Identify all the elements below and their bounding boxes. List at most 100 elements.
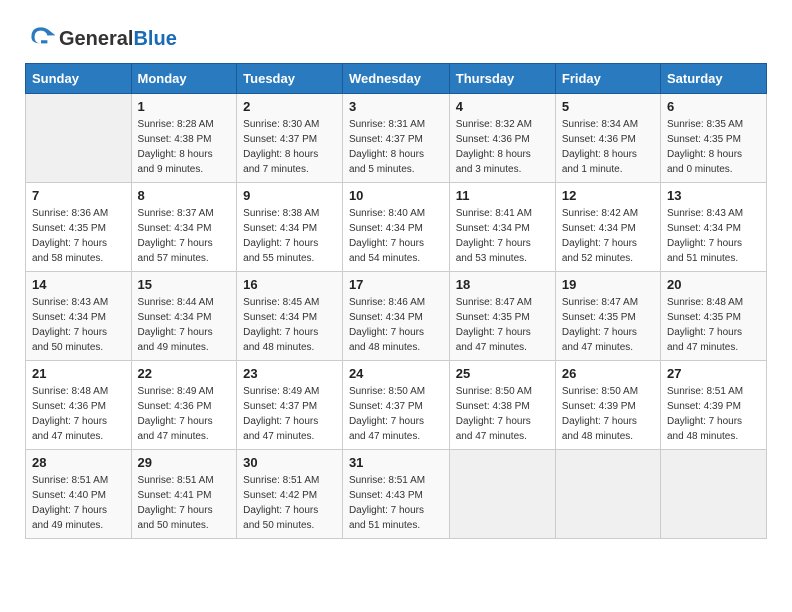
calendar-cell: 14 Sunrise: 8:43 AMSunset: 4:34 PMDayligh… — [26, 272, 132, 361]
calendar-cell — [555, 450, 660, 539]
calendar-cell: 19 Sunrise: 8:47 AMSunset: 4:35 PMDayligh… — [555, 272, 660, 361]
calendar-cell: 26 Sunrise: 8:50 AMSunset: 4:39 PMDayligh… — [555, 361, 660, 450]
calendar-week-row: 7Sunrise: 8:36 AMSunset: 4:35 PMDaylight… — [26, 183, 767, 272]
calendar-cell: 17 Sunrise: 8:46 AMSunset: 4:34 PMDayligh… — [342, 272, 449, 361]
day-number: 29 — [138, 455, 231, 470]
day-info: Sunrise: 8:51 AMSunset: 4:40 PMDaylight:… — [32, 473, 125, 533]
calendar-table: SundayMondayTuesdayWednesdayThursdayFrid… — [25, 63, 767, 539]
day-number: 17 — [349, 277, 443, 292]
day-number: 11 — [456, 188, 549, 203]
calendar-cell — [449, 450, 555, 539]
day-info: Sunrise: 8:48 AMSunset: 4:36 PMDaylight:… — [32, 384, 125, 444]
day-number: 25 — [456, 366, 549, 381]
day-number: 1 — [138, 99, 231, 114]
calendar-cell: 27Sunrise: 8:51 AMSunset: 4:39 PMDayligh… — [660, 361, 766, 450]
day-number: 8 — [138, 188, 231, 203]
day-number: 13 — [667, 188, 760, 203]
calendar-cell: 23Sunrise: 8:49 AMSunset: 4:37 PMDayligh… — [237, 361, 343, 450]
day-number: 31 — [349, 455, 443, 470]
calendar-cell: 20 Sunrise: 8:48 AMSunset: 4:35 PMDayligh… — [660, 272, 766, 361]
calendar-cell: 29 Sunrise: 8:51 AMSunset: 4:41 PMDayligh… — [131, 450, 237, 539]
calendar-cell — [26, 94, 132, 183]
calendar-cell: 28 Sunrise: 8:51 AMSunset: 4:40 PMDayligh… — [26, 450, 132, 539]
calendar-week-row: 14 Sunrise: 8:43 AMSunset: 4:34 PMDayligh… — [26, 272, 767, 361]
day-number: 4 — [456, 99, 549, 114]
calendar-cell: 11 Sunrise: 8:41 AMSunset: 4:34 PMDayligh… — [449, 183, 555, 272]
calendar-cell: 22 Sunrise: 8:49 AMSunset: 4:36 PMDayligh… — [131, 361, 237, 450]
calendar-cell: 7Sunrise: 8:36 AMSunset: 4:35 PMDaylight… — [26, 183, 132, 272]
day-number: 19 — [562, 277, 654, 292]
day-info: Sunrise: 8:38 AMSunset: 4:34 PMDaylight:… — [243, 206, 336, 266]
day-info: Sunrise: 8:41 AMSunset: 4:34 PMDaylight:… — [456, 206, 549, 266]
day-info: Sunrise: 8:46 AMSunset: 4:34 PMDaylight:… — [349, 295, 443, 355]
day-number: 22 — [138, 366, 231, 381]
day-number: 26 — [562, 366, 654, 381]
day-info: Sunrise: 8:49 AMSunset: 4:36 PMDaylight:… — [138, 384, 231, 444]
weekday-header: Friday — [555, 64, 660, 94]
calendar-cell: 12 Sunrise: 8:42 AMSunset: 4:34 PMDayligh… — [555, 183, 660, 272]
day-number: 20 — [667, 277, 760, 292]
day-info: Sunrise: 8:49 AMSunset: 4:37 PMDaylight:… — [243, 384, 336, 444]
calendar-cell: 21 Sunrise: 8:48 AMSunset: 4:36 PMDayligh… — [26, 361, 132, 450]
day-number: 6 — [667, 99, 760, 114]
calendar-cell: 13 Sunrise: 8:43 AMSunset: 4:34 PMDayligh… — [660, 183, 766, 272]
day-number: 10 — [349, 188, 443, 203]
day-info: Sunrise: 8:50 AMSunset: 4:37 PMDaylight:… — [349, 384, 443, 444]
calendar-cell: 25 Sunrise: 8:50 AMSunset: 4:38 PMDayligh… — [449, 361, 555, 450]
day-info: Sunrise: 8:50 AMSunset: 4:38 PMDaylight:… — [456, 384, 549, 444]
day-info: Sunrise: 8:42 AMSunset: 4:34 PMDaylight:… — [562, 206, 654, 266]
day-number: 2 — [243, 99, 336, 114]
day-number: 3 — [349, 99, 443, 114]
day-info: Sunrise: 8:51 AMSunset: 4:41 PMDaylight:… — [138, 473, 231, 533]
calendar-cell: 6 Sunrise: 8:35 AMSunset: 4:35 PMDaylight… — [660, 94, 766, 183]
calendar-cell: 31 Sunrise: 8:51 AMSunset: 4:43 PMDayligh… — [342, 450, 449, 539]
day-number: 18 — [456, 277, 549, 292]
calendar-week-row: 21 Sunrise: 8:48 AMSunset: 4:36 PMDayligh… — [26, 361, 767, 450]
calendar-cell: 2 Sunrise: 8:30 AMSunset: 4:37 PMDaylight… — [237, 94, 343, 183]
day-info: Sunrise: 8:36 AMSunset: 4:35 PMDaylight:… — [32, 206, 125, 266]
logo-text: GeneralBlue — [59, 28, 177, 50]
day-info: Sunrise: 8:30 AMSunset: 4:37 PMDaylight:… — [243, 117, 336, 177]
calendar-cell: 18Sunrise: 8:47 AMSunset: 4:35 PMDayligh… — [449, 272, 555, 361]
calendar-header: SundayMondayTuesdayWednesdayThursdayFrid… — [26, 64, 767, 94]
day-info: Sunrise: 8:47 AMSunset: 4:35 PMDaylight:… — [562, 295, 654, 355]
day-number: 15 — [138, 277, 231, 292]
calendar-cell: 4Sunrise: 8:32 AMSunset: 4:36 PMDaylight… — [449, 94, 555, 183]
weekday-header: Saturday — [660, 64, 766, 94]
day-info: Sunrise: 8:34 AMSunset: 4:36 PMDaylight:… — [562, 117, 654, 177]
calendar-cell: 3Sunrise: 8:31 AMSunset: 4:37 PMDaylight… — [342, 94, 449, 183]
day-number: 16 — [243, 277, 336, 292]
day-number: 12 — [562, 188, 654, 203]
calendar-week-row: 1 Sunrise: 8:28 AMSunset: 4:38 PMDaylight… — [26, 94, 767, 183]
day-info: Sunrise: 8:37 AMSunset: 4:34 PMDaylight:… — [138, 206, 231, 266]
calendar-week-row: 28 Sunrise: 8:51 AMSunset: 4:40 PMDayligh… — [26, 450, 767, 539]
day-info: Sunrise: 8:43 AMSunset: 4:34 PMDaylight:… — [667, 206, 760, 266]
day-info: Sunrise: 8:35 AMSunset: 4:35 PMDaylight:… — [667, 117, 760, 177]
day-info: Sunrise: 8:40 AMSunset: 4:34 PMDaylight:… — [349, 206, 443, 266]
day-info: Sunrise: 8:45 AMSunset: 4:34 PMDaylight:… — [243, 295, 336, 355]
calendar-cell: 30 Sunrise: 8:51 AMSunset: 4:42 PMDayligh… — [237, 450, 343, 539]
day-info: Sunrise: 8:51 AMSunset: 4:43 PMDaylight:… — [349, 473, 443, 533]
calendar-cell: 24Sunrise: 8:50 AMSunset: 4:37 PMDayligh… — [342, 361, 449, 450]
day-info: Sunrise: 8:48 AMSunset: 4:35 PMDaylight:… — [667, 295, 760, 355]
calendar-cell — [660, 450, 766, 539]
day-number: 21 — [32, 366, 125, 381]
calendar-cell: 1 Sunrise: 8:28 AMSunset: 4:38 PMDaylight… — [131, 94, 237, 183]
page-header: GeneralBlue — [25, 20, 767, 53]
calendar-cell: 15 Sunrise: 8:44 AMSunset: 4:34 PMDayligh… — [131, 272, 237, 361]
day-info: Sunrise: 8:43 AMSunset: 4:34 PMDaylight:… — [32, 295, 125, 355]
day-number: 5 — [562, 99, 654, 114]
calendar-cell: 5 Sunrise: 8:34 AMSunset: 4:36 PMDaylight… — [555, 94, 660, 183]
day-info: Sunrise: 8:28 AMSunset: 4:38 PMDaylight:… — [138, 117, 231, 177]
day-info: Sunrise: 8:50 AMSunset: 4:39 PMDaylight:… — [562, 384, 654, 444]
day-number: 14 — [32, 277, 125, 292]
day-number: 30 — [243, 455, 336, 470]
day-number: 28 — [32, 455, 125, 470]
day-info: Sunrise: 8:51 AMSunset: 4:42 PMDaylight:… — [243, 473, 336, 533]
weekday-header: Tuesday — [237, 64, 343, 94]
weekday-header: Sunday — [26, 64, 132, 94]
day-info: Sunrise: 8:51 AMSunset: 4:39 PMDaylight:… — [667, 384, 760, 444]
logo: GeneralBlue — [25, 25, 177, 53]
day-info: Sunrise: 8:44 AMSunset: 4:34 PMDaylight:… — [138, 295, 231, 355]
logo-icon — [25, 21, 57, 53]
